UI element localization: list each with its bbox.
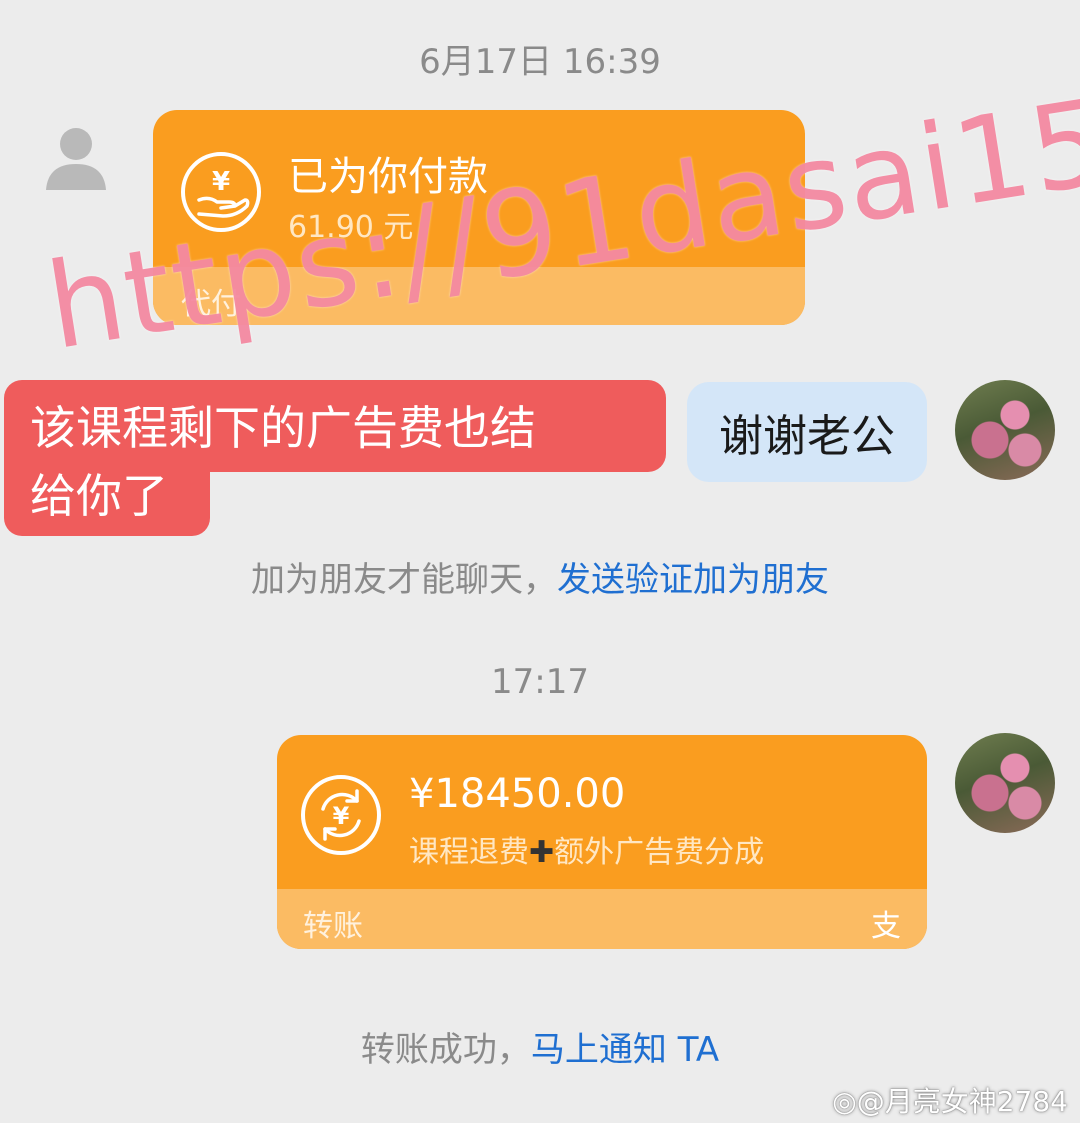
transfer-note-part2: 额外广告费分成 bbox=[554, 835, 765, 870]
send-verification-link[interactable]: 发送验证加为朋友 bbox=[557, 560, 829, 600]
transfer-footer-label: 转账 bbox=[303, 909, 363, 944]
friend-notice: 加为朋友才能聊天，发送验证加为朋友 bbox=[0, 552, 1080, 601]
weibo-icon: ◎ bbox=[832, 1085, 857, 1118]
transfer-amount: ¥18450.00 bbox=[409, 771, 626, 817]
transfer-note-part1: 课程退费 bbox=[409, 835, 529, 870]
transfer-card[interactable]: ¥ ¥18450.00 课程退费✚额外广告费分成 转账 支 bbox=[277, 735, 927, 949]
svg-text:¥: ¥ bbox=[333, 802, 350, 830]
timestamp: 17:17 bbox=[491, 662, 589, 702]
default-avatar-icon[interactable] bbox=[42, 122, 110, 192]
timestamp: 6月17日 16:39 bbox=[419, 42, 661, 82]
transfer-note: 课程退费✚额外广告费分成 bbox=[409, 827, 764, 871]
transfer-yuan-icon: ¥ bbox=[301, 775, 381, 855]
blue-message-bubble[interactable]: 谢谢老公 bbox=[687, 382, 927, 482]
transfer-notice: 转账成功，马上通知 TA bbox=[0, 1022, 1080, 1071]
user-avatar[interactable] bbox=[955, 733, 1055, 833]
friend-notice-text: 加为朋友才能聊天， bbox=[251, 560, 557, 600]
plus-icon: ✚ bbox=[529, 835, 555, 870]
svg-text:¥: ¥ bbox=[212, 167, 230, 197]
notify-link[interactable]: 马上通知 TA bbox=[531, 1030, 719, 1070]
weibo-credit: ◎@月亮女神2784 bbox=[832, 1080, 1068, 1120]
credit-text: @月亮女神2784 bbox=[856, 1085, 1068, 1118]
red-message-line2: 给你了 bbox=[30, 469, 168, 523]
blue-message-text: 谢谢老公 bbox=[719, 411, 895, 462]
user-avatar[interactable] bbox=[955, 380, 1055, 480]
red-message[interactable]: 该课程剩下的广告费也结 给你了 bbox=[30, 394, 536, 530]
transfer-notice-text: 转账成功， bbox=[360, 1030, 531, 1070]
transfer-footer: 转账 支 bbox=[277, 889, 927, 949]
alipay-icon: 支 bbox=[871, 909, 901, 944]
red-message-line1: 该课程剩下的广告费也结 bbox=[30, 401, 536, 455]
